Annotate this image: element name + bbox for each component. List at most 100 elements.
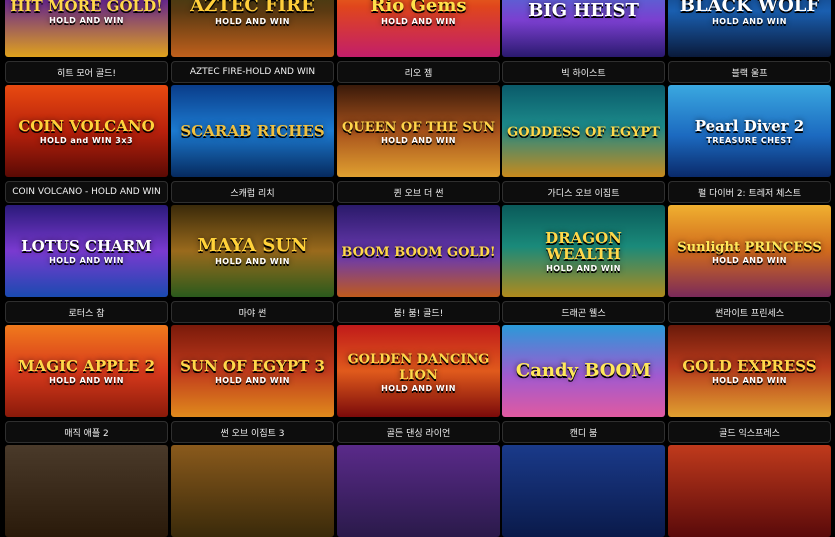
game-logo-text: Pearl Diver 2 TREASURE CHEST — [691, 114, 809, 149]
game-logo-text: LOTUS CHARM HOLD AND WIN — [17, 234, 156, 269]
game-thumbnail[interactable]: GOLDEN DANCING LION HOLD AND WIN — [337, 325, 500, 417]
game-logo-text: DRAGON WEALTH HOLD AND WIN — [502, 226, 665, 277]
game-logo-subtitle: HOLD AND WIN — [381, 383, 456, 393]
game-thumbnail[interactable]: COIN VOLCANO HOLD and WIN 3x3 — [5, 85, 168, 177]
game-thumbnail[interactable] — [5, 445, 168, 537]
game-thumbnail[interactable]: BIG HEIST — [502, 0, 665, 57]
game-thumbnail[interactable]: HIT MORE GOLD! HOLD AND WIN — [5, 0, 168, 57]
game-title-button[interactable]: 로터스 참 — [5, 301, 168, 323]
game-title-button[interactable]: 리오 젬 — [337, 61, 500, 83]
game-logo-title: AZTEC FIRE — [190, 0, 315, 16]
game-logo-subtitle: HOLD AND WIN — [712, 16, 787, 26]
game-logo-title: Pearl Diver 2 — [694, 116, 805, 135]
game-logo-text: AZTEC FIRE HOLD AND WIN — [186, 0, 319, 30]
game-logo-title: Candy BOOM — [515, 360, 652, 381]
game-thumbnail[interactable]: GOLD EXPRESS HOLD AND WIN — [668, 325, 831, 417]
game-logo-title: Sunlight PRINCESS — [677, 239, 822, 255]
game-title-button[interactable]: 썬라이트 프린세스 — [668, 301, 831, 323]
game-logo-subtitle: HOLD AND WIN — [546, 263, 621, 273]
game-logo-text: BOOM BOOM GOLD! — [337, 239, 499, 263]
game-title-button[interactable]: 골드 익스프레스 — [668, 421, 831, 443]
game-grid: HIT MORE GOLD! HOLD AND WIN 히트 모어 골드! AZTEC… — [0, 0, 835, 537]
game-logo-text: BLACK WOLF HOLD AND WIN — [676, 0, 823, 30]
game-title-button[interactable]: 블랙 울프 — [668, 61, 831, 83]
game-logo-title: SUN OF EGYPT 3 — [180, 356, 325, 375]
game-logo-text: BIG HEIST — [524, 0, 643, 24]
game-thumbnail[interactable]: BLACK WOLF HOLD AND WIN — [668, 0, 831, 57]
game-logo-text — [83, 487, 91, 495]
game-thumbnail[interactable]: MAGIC APPLE 2 HOLD AND WIN — [5, 325, 168, 417]
game-logo-subtitle: HOLD and WIN 3x3 — [39, 135, 134, 145]
game-logo-text: GOLD EXPRESS HOLD AND WIN — [678, 354, 820, 389]
game-logo-text: GODDESS OF EGYPT — [503, 119, 664, 143]
game-logo-text — [580, 487, 588, 495]
game-title-button[interactable]: 빅 하이스트 — [502, 61, 665, 83]
game-title-button[interactable]: 캔디 붐 — [502, 421, 665, 443]
game-logo-title: SCARAB RICHES — [180, 122, 325, 140]
game-logo-title: MAYA SUN — [197, 234, 308, 256]
game-logo-text — [415, 487, 423, 495]
game-thumbnail[interactable] — [171, 445, 334, 537]
game-title-button[interactable]: 골든 댄싱 라이언 — [337, 421, 500, 443]
game-logo-text: Rio Gems HOLD AND WIN — [366, 0, 470, 30]
game-logo-title: QUEEN OF THE SUN — [342, 119, 495, 135]
game-logo-subtitle: HOLD AND WIN — [49, 255, 124, 265]
game-title-button[interactable]: 드래곤 웰스 — [502, 301, 665, 323]
game-logo-title: BLACK WOLF — [679, 0, 820, 16]
game-thumbnail[interactable] — [337, 445, 500, 537]
game-title-button[interactable]: COIN VOLCANO - HOLD AND WIN — [5, 181, 168, 203]
game-logo-title: GOLDEN DANCING LION — [347, 351, 490, 383]
game-logo-subtitle: HOLD AND WIN — [381, 16, 456, 26]
game-thumbnail[interactable]: SUN OF EGYPT 3 HOLD AND WIN — [171, 325, 334, 417]
game-logo-subtitle: HOLD AND WIN — [49, 15, 124, 25]
game-logo-text: COIN VOLCANO HOLD and WIN 3x3 — [14, 114, 158, 149]
game-thumbnail[interactable]: LOTUS CHARM HOLD AND WIN — [5, 205, 168, 297]
game-title-button[interactable]: 매직 애플 2 — [5, 421, 168, 443]
game-title-button[interactable]: 스캐럽 리치 — [171, 181, 334, 203]
game-thumbnail[interactable] — [502, 445, 665, 537]
game-logo-subtitle: HOLD AND WIN — [215, 256, 290, 266]
game-logo-text: SUN OF EGYPT 3 HOLD AND WIN — [176, 354, 329, 389]
game-logo-text — [746, 487, 754, 495]
game-thumbnail[interactable]: SCARAB RICHES — [171, 85, 334, 177]
game-logo-text: Candy BOOM — [512, 358, 655, 384]
game-logo-text: Sunlight PRINCESS HOLD AND WIN — [673, 234, 826, 269]
game-logo-title: BIG HEIST — [528, 0, 639, 21]
game-logo-text: MAGIC APPLE 2 HOLD AND WIN — [14, 354, 159, 389]
game-thumbnail[interactable] — [668, 445, 831, 537]
game-title-button[interactable]: 마야 썬 — [171, 301, 334, 323]
game-title-button[interactable]: 붐! 붐! 골드! — [337, 301, 500, 323]
game-logo-text: GOLDEN DANCING LION HOLD AND WIN — [337, 346, 500, 397]
game-title-button[interactable]: 히트 모어 골드! — [5, 61, 168, 83]
game-logo-title: GODDESS OF EGYPT — [507, 125, 660, 140]
game-logo-text: QUEEN OF THE SUN HOLD AND WIN — [338, 114, 499, 149]
game-logo-subtitle: HOLD AND WIN — [49, 375, 124, 385]
game-title-button[interactable]: AZTEC FIRE-HOLD AND WIN — [171, 61, 334, 83]
game-logo-subtitle: HOLD AND WIN — [215, 16, 290, 26]
game-thumbnail[interactable]: GODDESS OF EGYPT — [502, 85, 665, 177]
game-title-button[interactable]: 퀸 오브 더 썬 — [337, 181, 500, 203]
game-title-button[interactable]: 펄 다이버 2: 트레저 체스트 — [668, 181, 831, 203]
game-thumbnail[interactable]: Pearl Diver 2 TREASURE CHEST — [668, 85, 831, 177]
game-thumbnail[interactable]: AZTEC FIRE HOLD AND WIN — [171, 0, 334, 57]
game-logo-subtitle: HOLD AND WIN — [712, 255, 787, 265]
game-logo-title: GOLD EXPRESS — [682, 356, 817, 375]
game-thumbnail[interactable]: QUEEN OF THE SUN HOLD AND WIN — [337, 85, 500, 177]
game-thumbnail[interactable]: Sunlight PRINCESS HOLD AND WIN — [668, 205, 831, 297]
game-thumbnail[interactable]: MAYA SUN HOLD AND WIN — [171, 205, 334, 297]
game-logo-subtitle: TREASURE CHEST — [706, 135, 793, 145]
game-thumbnail[interactable]: Rio Gems HOLD AND WIN — [337, 0, 500, 57]
game-logo-title: DRAGON WEALTH — [545, 228, 622, 263]
game-title-button[interactable]: 썬 오브 이집트 3 — [171, 421, 334, 443]
game-logo-text: MAYA SUN HOLD AND WIN — [193, 233, 311, 270]
game-logo-subtitle: HOLD AND WIN — [381, 135, 456, 145]
game-logo-title: HIT MORE GOLD! — [10, 0, 163, 15]
game-logo-title: COIN VOLCANO — [18, 116, 155, 135]
game-thumbnail[interactable]: Candy BOOM — [502, 325, 665, 417]
game-title-button[interactable]: 가디스 오브 이집트 — [502, 181, 665, 203]
game-thumbnail[interactable]: DRAGON WEALTH HOLD AND WIN — [502, 205, 665, 297]
game-thumbnail[interactable]: BOOM BOOM GOLD! — [337, 205, 500, 297]
game-logo-title: Rio Gems — [370, 0, 467, 16]
game-logo-text: SCARAB RICHES — [176, 119, 328, 143]
game-logo-title: BOOM BOOM GOLD! — [341, 245, 496, 260]
